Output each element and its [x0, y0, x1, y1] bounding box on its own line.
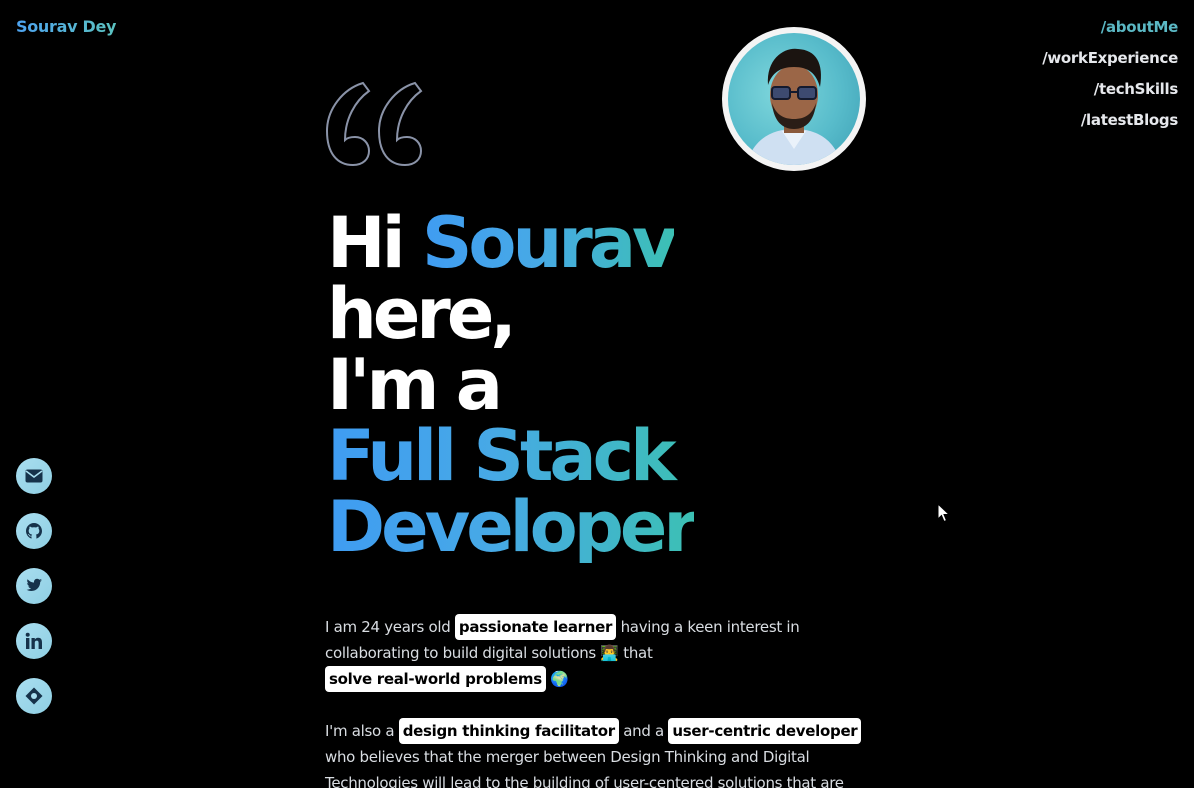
- intro-text-segment: that: [618, 644, 653, 662]
- hero-name: Sourav: [421, 202, 678, 284]
- main-nav: /aboutMe /workExperience /techSkills /la…: [1042, 17, 1178, 131]
- avatar: [722, 27, 866, 171]
- github-icon: [26, 523, 42, 539]
- intro-paragraph-1: I am 24 years old passionate learner hav…: [325, 614, 865, 692]
- nav-item-tech-skills[interactable]: /techSkills: [1094, 79, 1179, 100]
- hero-line-3: I'm a: [327, 344, 503, 426]
- technologist-emoji-icon: 👨‍💻: [600, 644, 619, 662]
- avatar-photo: [728, 33, 860, 165]
- intro-text-segment: I am 24 years old: [325, 618, 455, 636]
- location-link[interactable]: [16, 678, 52, 714]
- intro-text-segment: and a: [618, 722, 669, 740]
- brand-logo-link[interactable]: Sourav Dey: [16, 17, 116, 36]
- quote-mark-icon: [325, 81, 423, 167]
- hero-role-line-1: Full Stack: [327, 421, 694, 492]
- hero-heading: Hi Sourav here, I'm a Full Stack Develop…: [327, 208, 698, 568]
- intro-text: I am 24 years old passionate learner hav…: [325, 614, 865, 788]
- nav-item-latest-blogs[interactable]: /latestBlogs: [1081, 110, 1178, 131]
- linkedin-link[interactable]: [16, 623, 52, 659]
- portfolio-page: Sourav Dey /aboutMe /workExperience /tec…: [0, 0, 1194, 788]
- hero-role-line-2: Developer: [327, 486, 698, 568]
- hero-line-2: here,: [327, 273, 517, 355]
- intro-paragraph-2: I'm also a design thinking facilitator a…: [325, 718, 865, 788]
- hero-line-1: Hi Sourav: [327, 208, 694, 279]
- intro-text-segment: I'm also a: [325, 722, 399, 740]
- twitter-icon: [26, 578, 42, 591]
- highlight-chip: solve real-world problems: [325, 666, 546, 692]
- globe-emoji-icon: 🌍: [550, 670, 569, 688]
- nav-item-work-experience[interactable]: /workExperience: [1042, 48, 1178, 69]
- mail-link[interactable]: [16, 458, 52, 494]
- github-link[interactable]: [16, 513, 52, 549]
- highlight-chip: passionate learner: [454, 614, 617, 640]
- mouse-pointer-icon: [937, 503, 951, 523]
- linkedin-icon: [25, 632, 42, 649]
- hero-greeting: Hi: [327, 202, 422, 284]
- highlight-chip: design thinking facilitator: [398, 718, 619, 744]
- social-links: [16, 458, 52, 714]
- mail-icon: [25, 469, 43, 483]
- nav-item-about-me[interactable]: /aboutMe: [1101, 17, 1179, 38]
- twitter-link[interactable]: [16, 568, 52, 604]
- highlight-chip: user-centric developer: [668, 718, 862, 744]
- intro-text-segment: who believes that the merger between Des…: [325, 748, 844, 788]
- location-icon: [25, 687, 43, 705]
